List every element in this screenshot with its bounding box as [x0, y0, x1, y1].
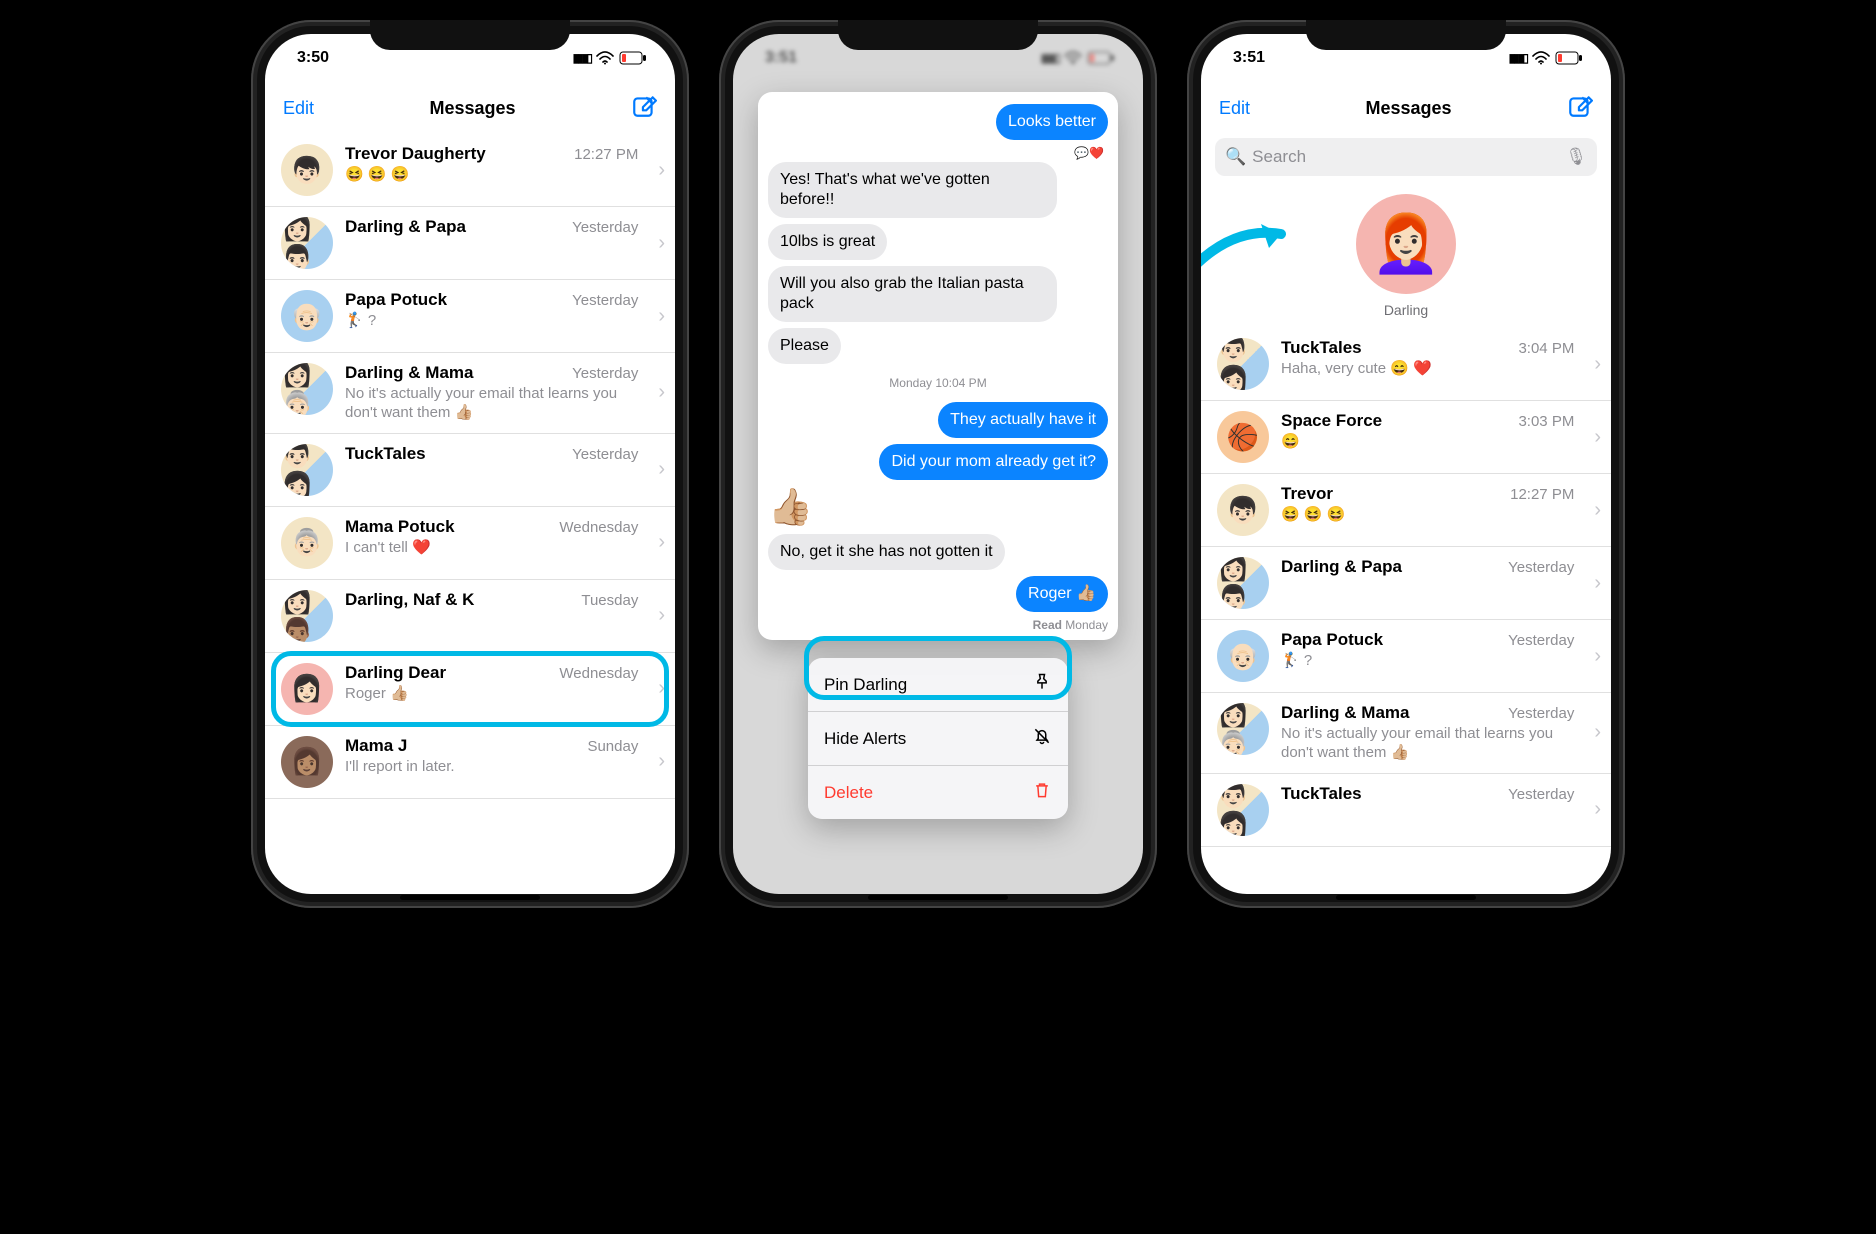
mic-icon[interactable]: 🎙: [1565, 147, 1587, 167]
message-received: Yes! That's what we've gotten before!!: [768, 162, 1057, 218]
pinned-contact-label: Darling: [1384, 302, 1428, 318]
context-menu-hide-alerts[interactable]: Hide Alerts: [808, 712, 1068, 766]
conversation-row[interactable]: 👩🏽Mama JSundayI'll report in later.›: [265, 726, 675, 799]
page-title: Messages: [1365, 98, 1451, 119]
message-sent: Did your mom already get it?: [879, 444, 1108, 480]
cellular-icon: [1509, 49, 1527, 67]
battery-low-icon: [1087, 51, 1115, 65]
chevron-right-icon: ›: [1594, 353, 1601, 376]
message-sent: Looks better: [996, 104, 1108, 140]
screen-2: 3:51 Looks better 💬❤️ Yes! That's what w…: [733, 34, 1143, 894]
search-icon: 🔍: [1225, 147, 1246, 167]
conversation-row[interactable]: 🏀Space Force3:03 PM😄›: [1201, 401, 1611, 474]
screen-1: 3:50 Edit Messages 👦🏻Trevor Daugherty12:…: [265, 34, 675, 894]
notch: [838, 20, 1038, 50]
message-sent: Roger 👍🏼: [1016, 576, 1108, 612]
message-received: No, get it she has not gotten it: [768, 534, 1005, 570]
chevron-right-icon: ›: [1594, 798, 1601, 821]
pinned-conversations: 👩🏻‍🦰 Darling: [1201, 194, 1611, 318]
message-received: 10lbs is great: [768, 224, 887, 260]
page-title: Messages: [429, 98, 515, 119]
status-right: [573, 49, 647, 67]
nav-bar: Edit Messages: [1201, 82, 1611, 134]
context-menu: Pin Darling Hide Alerts Delete: [808, 658, 1068, 819]
chevron-right-icon: ›: [1594, 426, 1601, 449]
message-received: Will you also grab the Italian pasta pac…: [768, 266, 1057, 322]
home-indicator[interactable]: [400, 895, 540, 900]
annotation-arrow: [1201, 214, 1301, 309]
chevron-right-icon: ›: [1594, 645, 1601, 668]
chevron-right-icon: ›: [1594, 572, 1601, 595]
context-menu-delete[interactable]: Delete: [808, 766, 1068, 819]
tapback-heart-icon: 💬❤️: [1074, 146, 1104, 160]
notch: [1306, 20, 1506, 50]
home-indicator[interactable]: [1336, 895, 1476, 900]
chevron-right-icon: ›: [1594, 499, 1601, 522]
trash-icon: [1032, 780, 1052, 805]
phone-frame-3: 3:51 Edit Messages 🔍 Search 🎙 👩🏻‍🦰 Darli…: [1187, 20, 1625, 908]
conversation-row[interactable]: 👩🏻👨🏻Darling & PapaYesterday›: [1201, 547, 1611, 620]
conversation-row[interactable]: 👨🏻👩🏻TuckTalesYesterday›: [1201, 774, 1611, 847]
status-time: 3:50: [297, 49, 329, 67]
conversation-row[interactable]: 👴🏻Papa PotuckYesterday🏌🏼 ?›: [265, 280, 675, 353]
conversation-list[interactable]: 👨🏻👩🏻TuckTales3:04 PMHaha, very cute 😄 ❤️…: [1201, 328, 1611, 847]
screen-3: 3:51 Edit Messages 🔍 Search 🎙 👩🏻‍🦰 Darli…: [1201, 34, 1611, 894]
conversation-row[interactable]: 👩🏻👨🏻Darling & PapaYesterday›: [265, 207, 675, 280]
pinned-contact[interactable]: 👩🏻‍🦰: [1356, 194, 1456, 294]
status-time: 3:51: [765, 49, 797, 67]
edit-button[interactable]: Edit: [1219, 98, 1250, 119]
chevron-right-icon: ›: [658, 381, 665, 404]
conversation-row[interactable]: 👦🏻Trevor12:27 PM😆 😆 😆›: [1201, 474, 1611, 547]
battery-low-icon: [619, 51, 647, 65]
search-input[interactable]: 🔍 Search 🎙: [1215, 138, 1597, 176]
status-right: [1041, 49, 1115, 67]
conversation-row[interactable]: 👨🏻👩🏻TuckTalesYesterday›: [265, 434, 675, 507]
compose-icon[interactable]: [631, 93, 657, 124]
context-menu-overlay: Looks better 💬❤️ Yes! That's what we've …: [733, 82, 1143, 894]
conversation-row[interactable]: 👩🏻👵🏻Darling & MamaYesterdayNo it's actua…: [265, 353, 675, 434]
edit-button[interactable]: Edit: [283, 98, 314, 119]
message-sent: They actually have it: [938, 402, 1108, 438]
conversation-list[interactable]: 👦🏻Trevor Daugherty12:27 PM😆 😆 😆› 👩🏻👨🏻Dar…: [265, 134, 675, 799]
status-right: [1509, 49, 1583, 67]
chevron-right-icon: ›: [658, 305, 665, 328]
conversation-row[interactable]: 👩🏻Darling DearWednesdayRoger 👍🏼›: [265, 653, 675, 726]
read-receipt: Read Monday: [1033, 618, 1108, 632]
wifi-icon: [1064, 51, 1082, 65]
conversation-preview-card[interactable]: Looks better 💬❤️ Yes! That's what we've …: [758, 92, 1118, 640]
pin-icon: [1032, 672, 1052, 697]
chevron-right-icon: ›: [1594, 721, 1601, 744]
conversation-row[interactable]: 👴🏻Papa PotuckYesterday🏌🏼 ?›: [1201, 620, 1611, 693]
chevron-right-icon: ›: [658, 750, 665, 773]
compose-icon[interactable]: [1567, 93, 1593, 124]
search-placeholder: Search: [1252, 147, 1306, 167]
conversation-row[interactable]: 👦🏻Trevor Daugherty12:27 PM😆 😆 😆›: [265, 134, 675, 207]
conversation-row[interactable]: 👨🏻👩🏻TuckTales3:04 PMHaha, very cute 😄 ❤️…: [1201, 328, 1611, 401]
phone-frame-1: 3:50 Edit Messages 👦🏻Trevor Daugherty12:…: [251, 20, 689, 908]
conversation-row[interactable]: 👩🏻👵🏻Darling & MamaYesterdayNo it's actua…: [1201, 693, 1611, 774]
chevron-right-icon: ›: [658, 604, 665, 627]
chevron-right-icon: ›: [658, 159, 665, 182]
message-reaction: 👍🏼: [768, 486, 813, 528]
message-timestamp: Monday 10:04 PM: [768, 376, 1108, 390]
conversation-row[interactable]: 👵🏻Mama PotuckWednesdayI can't tell ❤️›: [265, 507, 675, 580]
wifi-icon: [596, 51, 614, 65]
home-indicator[interactable]: [868, 895, 1008, 900]
chevron-right-icon: ›: [658, 531, 665, 554]
message-received: Please: [768, 328, 841, 364]
battery-low-icon: [1555, 51, 1583, 65]
conversation-row[interactable]: 👩🏻👨🏽Darling, Naf & KTuesday›: [265, 580, 675, 653]
status-time: 3:51: [1233, 49, 1265, 67]
chevron-right-icon: ›: [658, 458, 665, 481]
nav-bar: Edit Messages: [265, 82, 675, 134]
notch: [370, 20, 570, 50]
bell-slash-icon: [1032, 726, 1052, 751]
chevron-right-icon: ›: [658, 232, 665, 255]
phone-frame-2: 3:51 Looks better 💬❤️ Yes! That's what w…: [719, 20, 1157, 908]
wifi-icon: [1532, 51, 1550, 65]
chevron-right-icon: ›: [658, 677, 665, 700]
context-menu-pin[interactable]: Pin Darling: [808, 658, 1068, 712]
cellular-icon: [1041, 49, 1059, 67]
cellular-icon: [573, 49, 591, 67]
